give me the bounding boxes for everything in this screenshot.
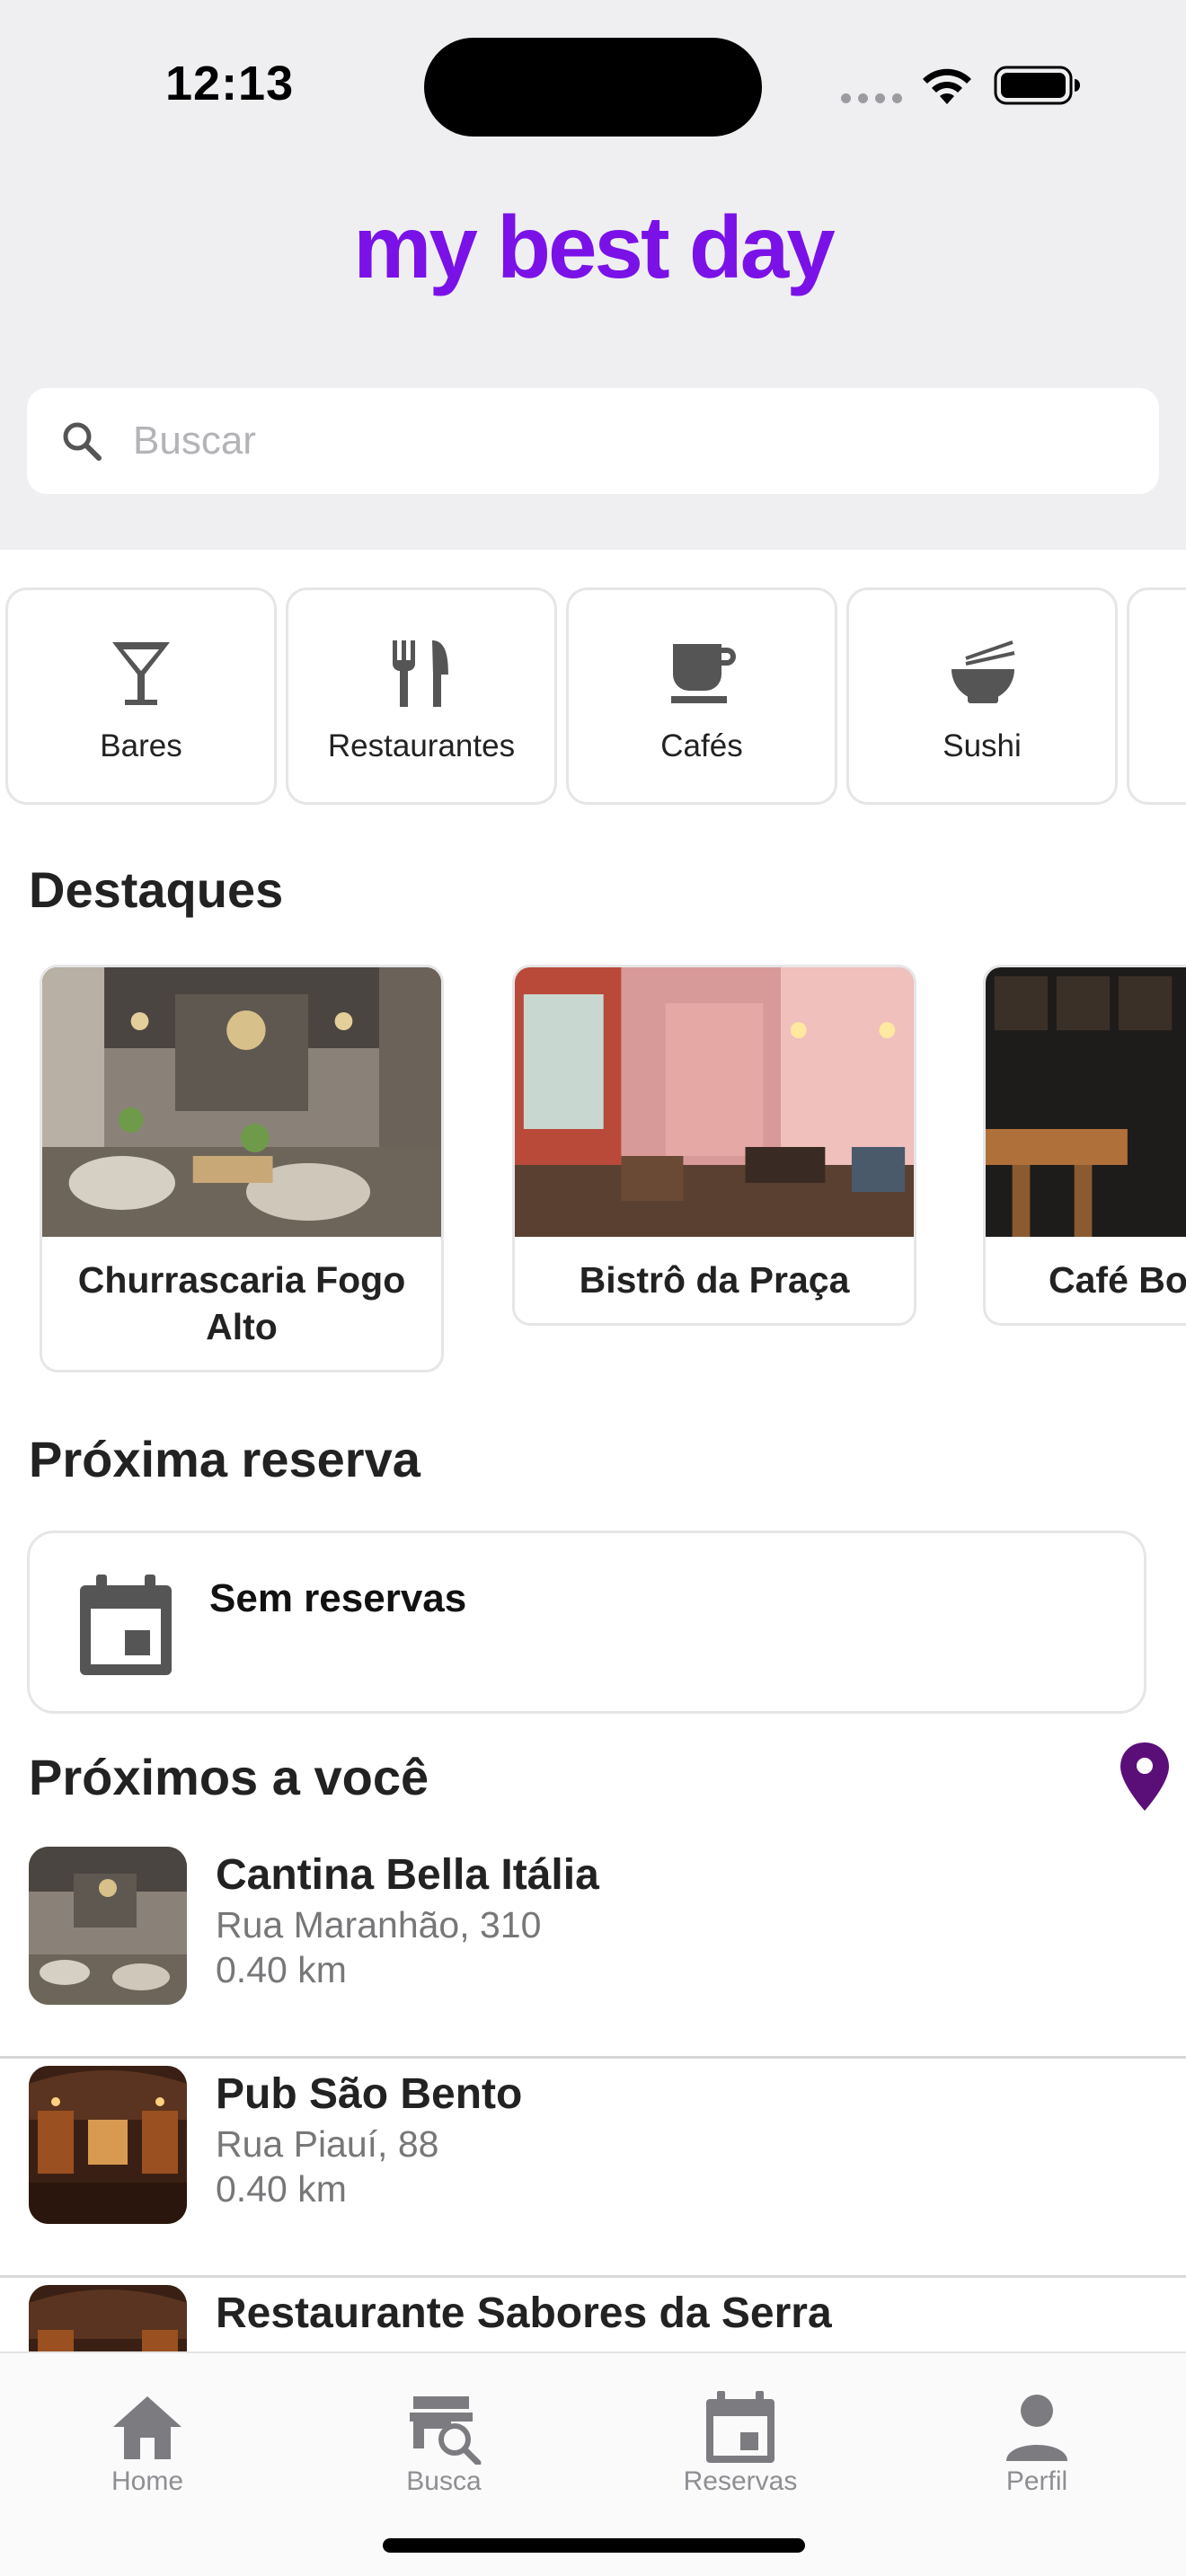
tab-home[interactable]: Home: [58, 2369, 237, 2504]
category-sushi[interactable]: Sushi: [846, 587, 1118, 805]
cellular-signal-icon: [841, 93, 904, 104]
nearby-name: Cantina Bella Itália: [216, 1851, 599, 1899]
nearby-item[interactable]: Cantina Bella Itália Rua Maranhão, 310 0…: [0, 1839, 1186, 2059]
category-more[interactable]: [1127, 587, 1186, 805]
next-reservation-card[interactable]: Sem reservas: [27, 1531, 1146, 1714]
header: 12:13 my best day: [0, 0, 1186, 550]
tab-busca[interactable]: Busca: [354, 2369, 534, 2504]
nearby-list: Cantina Bella Itália Rua Maranhão, 310 0…: [0, 1839, 1186, 2351]
nearby-item[interactable]: Restaurante Sabores da Serra: [0, 2278, 1186, 2351]
nearby-address: Rua Piauí, 88: [216, 2123, 439, 2165]
no-reservations-text: Sem reservas: [209, 1576, 467, 1620]
highlight-name: Churrascaria Fogo Alto: [77, 1259, 406, 1347]
category-label: Restaurantes: [327, 728, 516, 763]
nearby-distance: 0.40 km: [216, 2168, 347, 2210]
highlight-name: Café Bo: [1049, 1259, 1186, 1301]
restaurant-photo: [986, 967, 1186, 1237]
nearby-name: Pub São Bento: [216, 2070, 523, 2118]
category-list: Bares Restaurantes Cafés Sushi: [0, 587, 1186, 807]
nearby-address: Rua Maranhão, 310: [216, 1904, 542, 1945]
tab-label: Home: [111, 2466, 184, 2496]
nearby-distance: 0.40 km: [216, 1949, 347, 1990]
category-label: Sushi: [943, 728, 1022, 763]
person-icon: [1006, 2395, 1067, 2461]
nearby-item[interactable]: Pub São Bento Rua Piauí, 88 0.40 km: [0, 2059, 1186, 2278]
tab-perfil[interactable]: Perfil: [947, 2369, 1127, 2504]
map-search-icon: [410, 2396, 482, 2465]
status-icons: [836, 59, 1087, 113]
highlight-name: Bistrô da Praça: [579, 1259, 850, 1301]
highlight-card[interactable]: Café Bo: [983, 965, 1186, 1326]
highlights-carousel: Churrascaria Fogo Alto Bistrô da Praça C…: [0, 961, 1186, 1374]
tab-label: Reservas: [683, 2466, 798, 2496]
restaurant-photo: [515, 967, 914, 1237]
restaurant-photo: [42, 967, 441, 1237]
fork-knife-icon: [393, 640, 448, 707]
highlights-title: Destaques: [29, 861, 284, 918]
search-icon: [63, 422, 102, 461]
status-time: 12:13: [165, 57, 295, 110]
restaurant-thumbnail: [29, 1847, 187, 2005]
category-label: Bares: [100, 728, 182, 763]
restaurant-thumbnail: [29, 2285, 187, 2351]
tab-reservas[interactable]: Reservas: [651, 2369, 830, 2504]
category-cafes[interactable]: Cafés: [566, 587, 837, 805]
location-pin-icon[interactable]: [1118, 1741, 1172, 1813]
highlight-card[interactable]: Bistrô da Praça: [512, 965, 916, 1326]
nearby-title: Próximos a você: [29, 1749, 429, 1805]
calendar-icon: [706, 2391, 774, 2463]
tab-label: Perfil: [1005, 2466, 1068, 2496]
category-label: Cafés: [660, 728, 743, 763]
battery-icon: [994, 66, 1080, 105]
app-logo: my best day: [353, 198, 835, 296]
restaurant-thumbnail: [29, 2066, 187, 2224]
noodle-bowl-icon: [951, 640, 1015, 703]
cocktail-glass-icon: [112, 642, 170, 705]
wifi-icon: [923, 68, 971, 104]
home-indicator: [383, 2538, 805, 2553]
category-restaurantes[interactable]: Restaurantes: [286, 587, 557, 805]
next-reservation-title: Próxima reserva: [29, 1431, 420, 1487]
search-input[interactable]: [133, 410, 1121, 472]
home-icon: [113, 2396, 181, 2459]
dynamic-island: [424, 38, 762, 137]
coffee-cup-icon: [671, 644, 736, 703]
calendar-icon: [80, 1575, 172, 1675]
tab-label: Busca: [406, 2466, 482, 2496]
nearby-name: Restaurante Sabores da Serra: [216, 2289, 832, 2337]
highlight-card[interactable]: Churrascaria Fogo Alto: [40, 965, 444, 1372]
category-bares[interactable]: Bares: [5, 587, 277, 805]
search-bar[interactable]: [27, 388, 1159, 494]
